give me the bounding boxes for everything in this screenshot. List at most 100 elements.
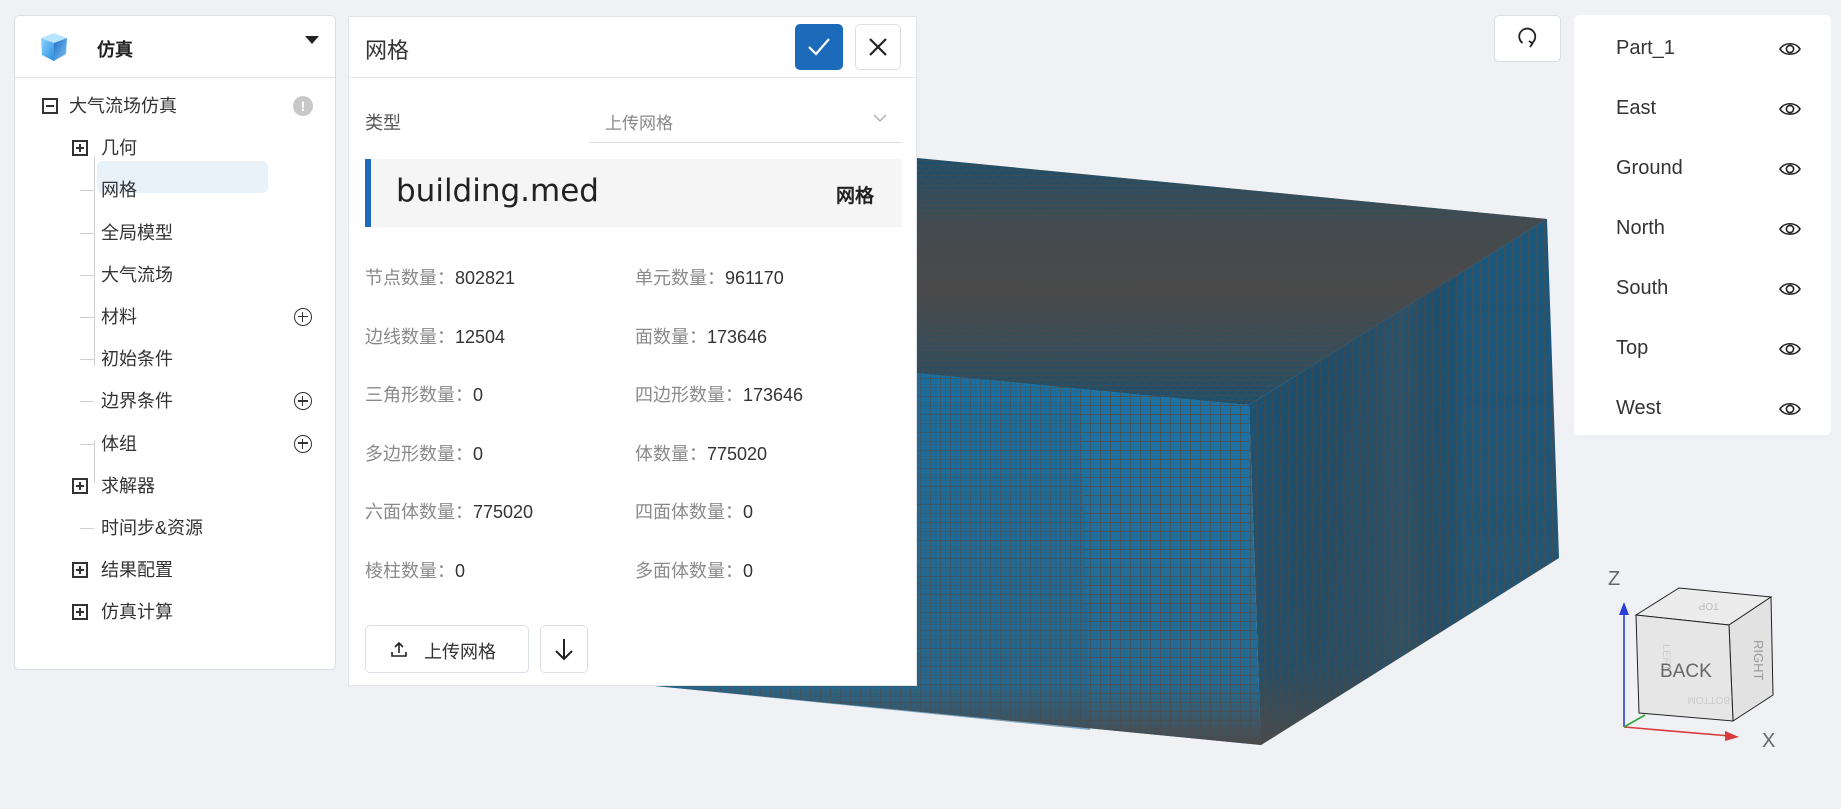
mesh-panel: 网格 类型 上传网格 building.med 网格 节点数量：802821 单元…: [348, 16, 917, 686]
part-row[interactable]: South: [1574, 269, 1831, 309]
reset-view-button[interactable]: [1494, 15, 1561, 62]
confirm-button[interactable]: [795, 24, 843, 70]
part-name: South: [1616, 277, 1669, 299]
cube-left-label: LEFT: [1660, 644, 1672, 671]
tree-node[interactable]: 结果配置: [15, 555, 335, 585]
mesh-stat-value: 0: [743, 502, 754, 522]
mesh-stat-value: 802821: [455, 268, 516, 288]
upload-mesh-label: 上传网格: [424, 642, 496, 662]
eye-icon[interactable]: [1778, 339, 1802, 359]
tree-node[interactable]: 几何: [15, 133, 335, 163]
eye-icon[interactable]: [1778, 399, 1802, 419]
eye-icon[interactable]: [1778, 159, 1802, 179]
mesh-stat-label: 面数量：: [635, 326, 707, 347]
tree-node-label: 全局模型: [101, 222, 173, 243]
cube-right-label: RIGHT: [1751, 640, 1766, 681]
mesh-stat: 单元数量：961170: [635, 264, 784, 290]
tree-guide-branch: [80, 274, 94, 276]
type-label: 类型: [365, 113, 401, 133]
chevron-down-icon: [873, 114, 887, 122]
add-icon[interactable]: [294, 434, 312, 453]
close-button[interactable]: [855, 24, 901, 70]
tree-node[interactable]: 材料: [15, 302, 335, 332]
part-row[interactable]: Top: [1574, 329, 1831, 369]
eye-icon[interactable]: [1778, 39, 1802, 59]
mesh-stat-label: 边线数量：: [365, 326, 455, 347]
tree-node-label: 几何: [101, 138, 137, 159]
tree-node[interactable]: 大气流场仿真!: [15, 91, 335, 121]
upload-mesh-button[interactable]: 上传网格: [365, 625, 529, 673]
view-cube[interactable]: BACK TOP RIGHT BOTTOM LEFT: [1634, 587, 1774, 722]
mesh-stat: 边线数量：12504: [365, 323, 505, 349]
expand-icon[interactable]: [72, 604, 88, 621]
axis-x-label: X: [1762, 730, 1775, 752]
mesh-stat-value: 0: [743, 560, 754, 581]
mesh-stat-value: 0: [473, 385, 484, 405]
mesh-stat-value: 0: [455, 560, 466, 581]
add-icon[interactable]: [294, 392, 312, 411]
mesh-stat-label: 三角形数量：: [365, 385, 473, 405]
part-name: Ground: [1616, 157, 1683, 179]
panel-header: 网格: [349, 17, 916, 78]
part-row[interactable]: North: [1574, 209, 1831, 249]
mesh-stat: 三角形数量：0: [365, 381, 483, 407]
tree-guide-branch: [80, 528, 94, 529]
type-select-value: 上传网格: [605, 114, 673, 133]
mesh-stat-label: 节点数量：: [365, 268, 455, 288]
part-name: East: [1616, 97, 1657, 119]
add-icon[interactable]: [294, 308, 312, 326]
parts-panel: Part_1 East Ground North South Top West: [1574, 15, 1831, 435]
upload-icon: [391, 641, 407, 657]
eye-icon[interactable]: [1778, 99, 1802, 119]
tree-node[interactable]: 网格: [15, 175, 335, 205]
tree-guide-branch: [80, 317, 94, 318]
part-row[interactable]: West: [1574, 389, 1831, 429]
close-icon: [869, 38, 887, 56]
tree-node[interactable]: 仿真计算: [15, 597, 335, 627]
tree-node-label: 边界条件: [101, 391, 173, 412]
part-name: Top: [1616, 337, 1649, 359]
mesh-stat-value: 961170: [725, 268, 784, 288]
part-row[interactable]: Ground: [1574, 149, 1831, 189]
part-row[interactable]: Part_1: [1574, 29, 1831, 69]
tree-guide-branch: [80, 443, 94, 445]
tree-guide-branch: [80, 190, 94, 192]
mesh-stat-label: 棱柱数量：: [365, 560, 455, 581]
expand-icon[interactable]: [72, 140, 88, 157]
caret-down-icon[interactable]: [305, 36, 319, 44]
mesh-stat-label: 多边形数量：: [365, 443, 473, 464]
eye-icon[interactable]: [1778, 279, 1802, 299]
orientation-gizmo[interactable]: Z X BACK TOP RIGHT BOTTOM LEFT: [1590, 555, 1800, 755]
collapse-icon[interactable]: [42, 98, 58, 114]
mesh-file-tag: 网格: [835, 186, 874, 207]
tree-node[interactable]: 全局模型: [15, 218, 335, 248]
tree-node[interactable]: 求解器: [15, 471, 335, 501]
tree-node[interactable]: 边界条件: [15, 386, 335, 416]
download-button[interactable]: [540, 625, 588, 673]
expand-icon[interactable]: [72, 477, 88, 494]
eye-icon[interactable]: [1778, 219, 1802, 239]
mesh-stat-label: 单元数量：: [635, 268, 725, 288]
tree-node[interactable]: 体组: [15, 429, 335, 459]
tree-node[interactable]: 大气流场: [15, 260, 335, 290]
tree-guide-branch: [80, 232, 94, 234]
tree-node-label: 大气流场: [101, 264, 173, 285]
mesh-stat: 多边形数量：0: [365, 440, 483, 466]
panel-title: 网格: [365, 38, 410, 63]
tree-node[interactable]: 初始条件: [15, 344, 335, 374]
tree-guide-branch: [80, 359, 94, 361]
tree-node[interactable]: 时间步&资源: [15, 513, 335, 543]
mesh-stat: 面数量：173646: [635, 323, 767, 349]
tree-node-label: 网格: [101, 180, 137, 201]
part-row[interactable]: East: [1574, 89, 1831, 129]
sidebar-header[interactable]: 仿真: [15, 16, 335, 78]
tree-node-label: 初始条件: [101, 349, 173, 370]
tree-node-label: 时间步&资源: [101, 518, 204, 538]
type-select[interactable]: 上传网格: [589, 102, 902, 143]
expand-icon[interactable]: [72, 562, 88, 579]
mesh-stat: 四面体数量：0: [635, 498, 753, 524]
axis-x-line: [1623, 726, 1731, 737]
tree-guide-branch: [80, 401, 94, 403]
warning-badge-icon: !: [293, 96, 313, 116]
check-icon: [808, 38, 830, 56]
